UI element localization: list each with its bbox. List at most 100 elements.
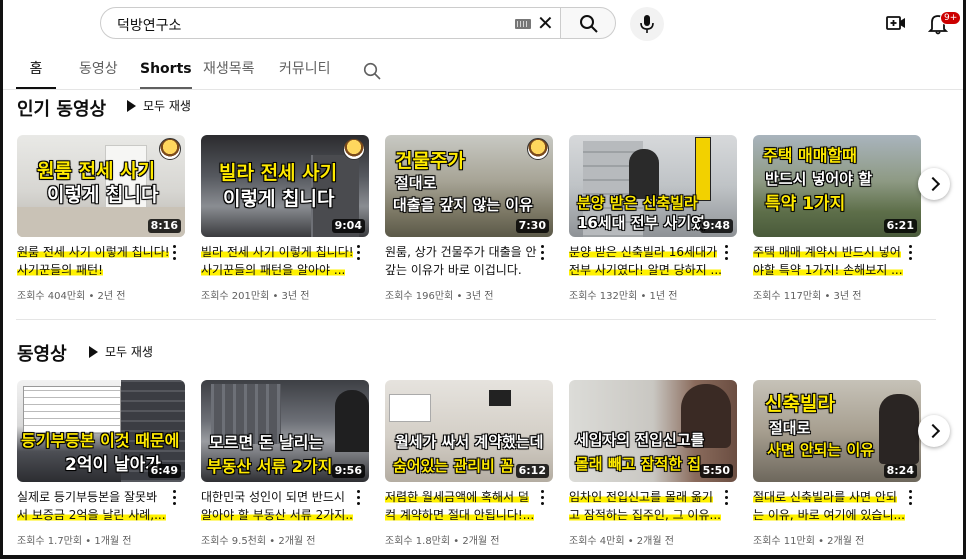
carousel-next-button[interactable] [918,168,950,200]
video-meta: 조회수 4만회 • 2개월 전 [569,536,674,547]
video-title[interactable]: 원룸, 상가 건물주가 대출을 안 갚는 이유가 바로 이겁니다. [385,243,537,279]
tab-community[interactable]: 커뮤니티 [279,53,331,89]
video-thumbnail[interactable]: 신축빌라 절대로 사면 안되는 이유 8:24 [753,380,921,482]
video-title[interactable]: 원룸 전세 사기 이렇게 칩니다! 사기꾼들의 패턴! [17,243,169,279]
more-options-icon[interactable] [909,490,913,508]
video-duration: 8:24 [883,464,917,478]
more-options-icon[interactable] [173,245,177,263]
create-video-icon[interactable] [886,14,906,32]
clear-icon[interactable]: ✕ [537,12,554,34]
tab-videos[interactable]: 동영상 [79,53,118,89]
video-title-line: 사기꾼들의 패턴! [17,263,103,277]
more-options-icon[interactable] [541,490,545,508]
video-meta: 조회수 196만회 • 3년 전 [385,291,494,302]
video-thumbnail[interactable]: 분양 받은 신축빌라 16세대 전부 사기였 9:48 [569,135,737,237]
thumbnail-text: 사면 안되는 이유 [767,441,875,459]
video-title-line: 임차인 전입신고를 몰래 옮기 [569,490,713,504]
tab-playlists[interactable]: 재생목록 [203,53,255,89]
more-options-icon[interactable] [357,245,361,263]
video-duration: 5:50 [699,464,733,478]
thumbnail-text: 16세대 전부 사기였 [577,214,705,232]
video-title-line: 절대로 신축빌라를 사면 안되 [753,490,897,504]
keyboard-icon[interactable] [515,19,531,29]
tab-home[interactable]: 홈 [16,53,56,89]
video-title[interactable]: 저렴한 월세금액에 혹해서 덜 컥 계약하면 절대 안됩니다!... [385,488,537,524]
play-all-button[interactable]: 모두 재생 [127,97,191,114]
video-title-line: 고 잠적하는 집주인, 그 이유... [569,508,721,522]
video-meta: 조회수 117만회 • 3년 전 [753,291,862,302]
video-title[interactable]: 실제로 등기부등본을 잘못봐 서 보증금 2억을 날린 사례,... [17,488,169,524]
thumbnail-text: 신축빌라 [765,393,835,415]
video-duration: 6:49 [147,464,181,478]
thumbnail-text: 절대로 [769,419,811,437]
video-title[interactable]: 분양 받은 신축빌라 16세대가 전부 사기였다! 알면 당하지 ... [569,243,721,279]
video-title-line: 빌라 전세 사기 이렇게 칩니다! [201,245,353,259]
search-bar: 덕방연구소 ✕ [100,7,616,41]
video-thumbnail[interactable]: 주택 매매할때 반드시 넣어야 할 특약 1가지 6:21 [753,135,921,237]
thumbnail-text: 이렇게 칩니다 [223,188,335,210]
channel-search-icon[interactable] [363,62,381,80]
video-thumbnail[interactable]: 등기부등본 이것 때문에 2억이 날아가 6:49 [17,380,185,482]
video-title-line: 실제로 등기부등본을 잘못봐 [17,490,158,504]
carousel-next-button[interactable] [918,415,950,447]
search-input[interactable]: 덕방연구소 ✕ [100,7,561,39]
video-duration: 6:21 [883,219,917,233]
thumbnail-text: 빌라 전세 사기 [219,162,338,184]
thumbnail-text: 절대로 [395,174,437,192]
video-thumbnail[interactable]: 원룸 전세 사기 이렇게 칩니다 8:16 [17,135,185,237]
video-title-line: 알아야 할 부동산 서류 2가지... [201,506,353,524]
play-all-button[interactable]: 모두 재생 [89,343,153,360]
more-options-icon[interactable] [541,245,545,263]
video-meta: 조회수 11만회 • 2개월 전 [753,536,865,547]
video-duration: 9:56 [331,464,365,478]
video-title-line: 원룸 전세 사기 이렇게 칩니다! [17,245,169,259]
search-query: 덕방연구소 [117,18,182,34]
video-duration: 8:16 [147,219,181,233]
channel-mascot-icon [159,138,181,160]
more-options-icon[interactable] [173,490,177,508]
video-thumbnail[interactable]: 빌라 전세 사기 이렇게 칩니다 9:04 [201,135,369,237]
thumbnail-text: 특약 1가지 [765,194,846,214]
play-icon [127,100,136,112]
more-options-icon[interactable] [357,490,361,508]
video-title-line: 전부 사기였다! 알면 당하지 ... [569,263,721,277]
video-title[interactable]: 절대로 신축빌라를 사면 안되 는 이유, 바로 여기에 있습니... [753,488,905,524]
thumbnail-text: 세입자의 전입신고를 [575,431,705,449]
thumbnail-text: 2억이 날아가 [65,455,161,475]
video-title-line: 서 보증금 2억을 날린 사례,... [17,508,166,522]
search-button[interactable] [560,7,616,39]
more-options-icon[interactable] [909,245,913,263]
video-title-line: 컥 계약하면 절대 안됩니다!... [385,508,535,522]
video-meta: 조회수 1.8만회 • 2개월 전 [385,536,500,547]
tabs-divider [0,89,966,90]
video-thumbnail[interactable]: 세입자의 전입신고를 몰래 빼고 잠적한 집 5:50 [569,380,737,482]
thumbnail-text: 분양 받은 신축빌라 [577,194,698,212]
video-thumbnail[interactable]: 월세가 싸서 계약했는데 숨어있는 관리비 꼼 6:12 [385,380,553,482]
more-options-icon[interactable] [725,245,729,263]
play-all-label: 모두 재생 [105,345,153,359]
video-title-line: 사기꾼들의 패턴을 알아야 ... [201,263,346,277]
thumbnail-text: 월세가 싸서 계약했는데 [395,433,544,451]
video-title-line: 야할 특약 1가지! 손해보지 ... [753,263,903,277]
voice-search-button[interactable] [630,7,664,41]
play-icon [89,346,98,358]
video-title[interactable]: 임차인 전입신고를 몰래 옮기 고 잠적하는 집주인, 그 이유... [569,488,721,524]
section-divider [16,319,936,320]
video-title[interactable]: 빌라 전세 사기 이렇게 칩니다! 사기꾼들의 패턴을 알아야 ... [201,243,353,279]
thumbnail-text: 건물주가 [395,150,465,172]
video-title[interactable]: 주택 매매 계약시 반드시 넣어 야할 특약 1가지! 손해보지 ... [753,243,905,279]
video-title[interactable]: 대한민국 성인이 되면 반드시 알아야 할 부동산 서류 2가지... [201,488,353,524]
video-duration: 7:30 [515,219,549,233]
tab-shorts[interactable]: Shorts [140,53,192,89]
search-icon [580,15,598,33]
notification-badge: 9+ [940,11,962,25]
video-thumbnail[interactable]: 모르면 돈 날리는 부동산 서류 2가지 9:56 [201,380,369,482]
more-options-icon[interactable] [725,490,729,508]
video-title-line: 원룸, 상가 건물주가 대출을 안 [385,245,537,259]
thumbnail-text: 숨어있는 관리비 꼼 [393,457,514,475]
channel-mascot-icon [343,138,365,160]
thumbnail-text: 부동산 서류 2가지 [207,457,333,476]
video-title-line: 갚는 이유가 바로 이겁니다. [385,263,522,277]
thumbnail-text: 원룸 전세 사기 [37,160,156,182]
video-thumbnail[interactable]: 건물주가 절대로 대출을 갚지 않는 이유 7:30 [385,135,553,237]
